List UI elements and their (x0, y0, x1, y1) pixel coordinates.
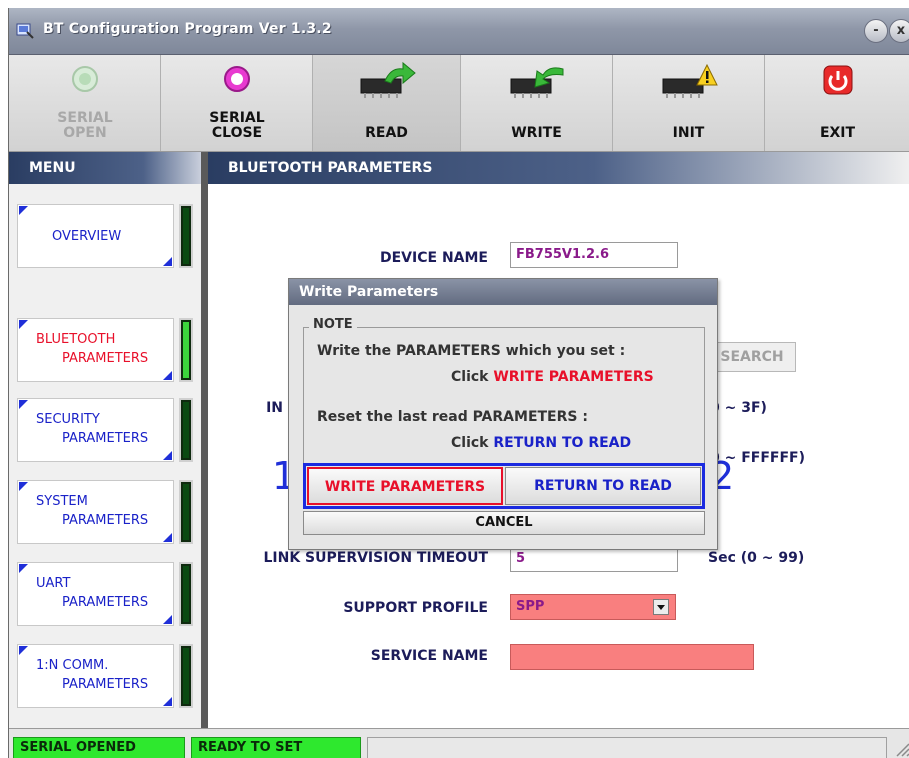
write-parameters-button[interactable]: WRITE PARAMETERS (307, 467, 503, 505)
link-timeout-label: LINK SUPERVISION TIMEOUT (263, 550, 488, 566)
note-click-text: Click (451, 369, 489, 385)
read-label: READ (365, 125, 408, 141)
cancel-button[interactable]: CANCEL (303, 511, 705, 535)
sidebar-item-label: SYSTEM (36, 494, 88, 509)
support-profile-select[interactable]: SPP (510, 594, 676, 620)
read-button[interactable]: READ (313, 55, 461, 151)
init-label: INIT (672, 125, 705, 141)
note-return-highlight: RETURN TO READ (493, 435, 632, 451)
support-profile-label: SUPPORT PROFILE (343, 600, 488, 616)
serial-status: SERIAL OPENED (13, 737, 185, 758)
sidebar-item-bluetooth-parameters[interactable]: BLUETOOTH PARAMETERS (17, 318, 174, 382)
note-line-4: Click RETURN TO READ (451, 435, 631, 451)
chip-write-icon (510, 67, 563, 98)
sidebar-item-label: PARAMETERS (62, 513, 149, 528)
indicator-bar (179, 398, 193, 462)
app-icon (16, 23, 34, 39)
content-header: BLUETOOTH PARAMETERS (208, 152, 909, 184)
sidebar-item-label: BLUETOOTH (36, 332, 116, 347)
sidebar-item-label: OVERVIEW (52, 229, 122, 244)
service-name-label: SERVICE NAME (370, 648, 488, 664)
serial-open-button[interactable]: SERIAL OPEN (9, 55, 161, 151)
support-profile-value: SPP (516, 599, 545, 614)
chip-warning-icon (662, 63, 718, 98)
sidebar-item-label: SECURITY (36, 412, 100, 427)
indicator-bar (179, 562, 193, 626)
device-name-label: DEVICE NAME (380, 250, 488, 266)
range-label-1: 0 ~ 3F) (710, 400, 767, 416)
sidebar-item-label: UART (36, 576, 71, 591)
exit-power-icon (823, 65, 852, 95)
write-parameters-dialog: Write Parameters NOTE Write the PARAMETE… (288, 278, 718, 550)
indicator-bar (179, 644, 193, 708)
indicator-bar-active (179, 318, 193, 382)
corner-marker (19, 320, 28, 329)
minimize-button[interactable]: - (864, 19, 888, 43)
app-window: BT Configuration Program Ver 1.3.2 - x S… (8, 8, 909, 758)
corner-marker (163, 451, 172, 460)
pane-divider (201, 152, 208, 728)
corner-marker (19, 482, 28, 491)
service-name-field[interactable] (510, 644, 754, 670)
sidebar-item-label: 1:N COMM. (36, 658, 109, 673)
chip-read-icon (360, 61, 416, 98)
corner-marker (163, 371, 172, 380)
write-button[interactable]: WRITE (461, 55, 613, 151)
corner-marker (163, 257, 172, 266)
serial-open-label: SERIAL OPEN (57, 110, 113, 141)
inquiry-label: IN (266, 400, 283, 416)
exit-label: EXIT (819, 125, 856, 141)
window-title: BT Configuration Program Ver 1.3.2 (43, 21, 332, 37)
serial-close-button[interactable]: SERIAL CLOSE (161, 55, 313, 151)
indicator-bar (179, 204, 193, 268)
power-on-icon (71, 66, 98, 92)
sidebar-item-1n-comm-parameters[interactable]: 1:N COMM. PARAMETERS (17, 644, 174, 708)
close-button[interactable]: x (889, 19, 909, 43)
note-write-highlight: WRITE PARAMETERS (493, 369, 654, 385)
chevron-down-icon[interactable] (653, 599, 669, 615)
sidebar-item-system-parameters[interactable]: SYSTEM PARAMETERS (17, 480, 174, 544)
link-timeout-range: Sec (0 ~ 99) (708, 550, 805, 566)
sidebar-item-security-parameters[interactable]: SECURITY PARAMETERS (17, 398, 174, 462)
note-line-1: Write the PARAMETERS which you set : (317, 343, 626, 359)
init-button[interactable]: INIT (613, 55, 765, 151)
sidebar-item-label: PARAMETERS (62, 677, 149, 692)
corner-marker (163, 615, 172, 624)
note-click-text: Click (451, 435, 489, 451)
title-bar: BT Configuration Program Ver 1.3.2 - x (9, 8, 909, 55)
corner-marker (163, 697, 172, 706)
search-button[interactable]: SEARCH (708, 342, 796, 372)
power-off-icon (223, 66, 250, 92)
corner-marker (19, 564, 28, 573)
corner-marker (163, 533, 172, 542)
sidebar-item-overview[interactable]: OVERVIEW (17, 204, 174, 268)
note-line-2: Click WRITE PARAMETERS (451, 369, 654, 385)
write-label: WRITE (511, 125, 562, 141)
sidebar-item-label: PARAMETERS (62, 351, 149, 366)
dialog-title: Write Parameters (289, 279, 717, 305)
corner-marker (19, 400, 28, 409)
corner-marker (19, 206, 28, 215)
device-name-field[interactable]: FB755V1.2.6 (510, 242, 678, 268)
ready-status: READY TO SET (191, 737, 361, 758)
indicator-bar (179, 480, 193, 544)
sidebar-item-label: PARAMETERS (62, 431, 149, 446)
sidebar-item-label: PARAMETERS (62, 595, 149, 610)
note-line-3: Reset the last read PARAMETERS : (317, 409, 588, 425)
resize-grip-icon[interactable] (892, 739, 909, 757)
toolbar: SERIAL OPEN SERIAL CLOSE READ WRITE INIT… (9, 55, 909, 152)
note-label: NOTE (309, 317, 357, 332)
serial-close-label: SERIAL CLOSE (209, 110, 265, 141)
status-bar: SERIAL OPENED READY TO SET (9, 728, 909, 758)
status-panel-empty (367, 737, 887, 758)
sidebar-menu: OVERVIEW BLUETOOTH PARAMETERS SECURITY P… (9, 184, 201, 728)
return-to-read-button[interactable]: RETURN TO READ (505, 467, 701, 505)
exit-button[interactable]: EXIT (765, 55, 909, 151)
corner-marker (19, 646, 28, 655)
sidebar-item-uart-parameters[interactable]: UART PARAMETERS (17, 562, 174, 626)
menu-header: MENU (9, 152, 201, 184)
